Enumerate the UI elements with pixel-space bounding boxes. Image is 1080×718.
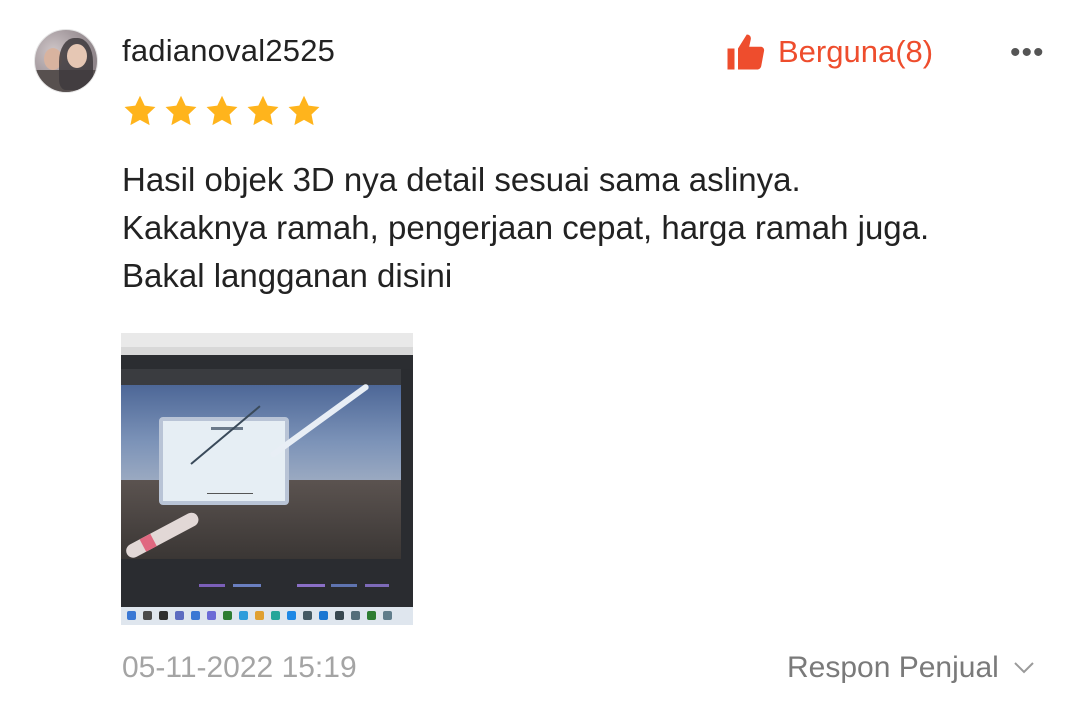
helpful-button[interactable]: Berguna(8) — [724, 30, 933, 74]
review-text-line: Bakal langganan disini — [122, 257, 453, 294]
more-dots-icon: ••• — [1010, 36, 1045, 69]
thumbs-up-icon — [727, 34, 765, 70]
review-text: Hasil objek 3D nya detail sesuai sama as… — [122, 156, 1052, 300]
star-icon — [165, 95, 197, 126]
seller-response-toggle[interactable]: Respon Penjual — [787, 651, 1035, 685]
star-icon — [288, 95, 320, 126]
review-text-line: Hasil objek 3D nya detail sesuai sama as… — [122, 161, 801, 198]
star-icon — [206, 95, 238, 126]
star-rating — [122, 93, 322, 129]
star-icon — [124, 95, 156, 126]
star-icon — [247, 95, 279, 126]
reviewer-avatar[interactable] — [34, 29, 98, 93]
chevron-down-icon — [1014, 662, 1034, 674]
seller-response-label: Respon Penjual — [787, 651, 999, 684]
more-options-button[interactable]: ••• — [1010, 36, 1045, 70]
review-timestamp: 05-11-2022 15:19 — [122, 651, 357, 684]
review-text-line: Kakaknya ramah, pengerjaan cepat, harga … — [122, 209, 930, 246]
helpful-count-label: Berguna(8) — [778, 34, 934, 69]
reviewer-username[interactable]: fadianoval2525 — [122, 33, 335, 69]
review-photo[interactable] — [121, 333, 413, 625]
